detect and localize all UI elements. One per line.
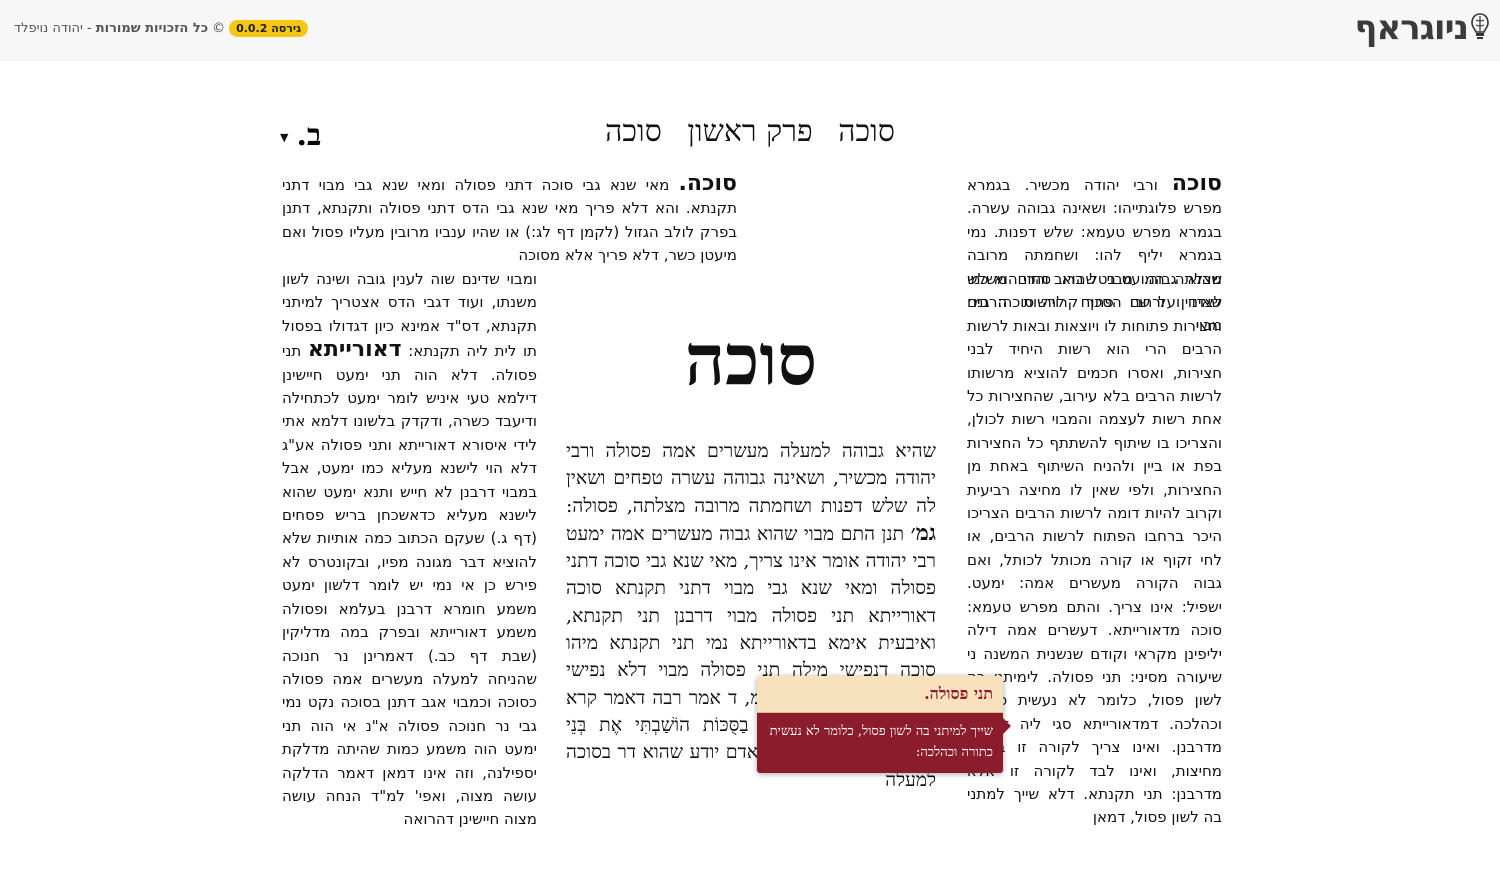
tosafot-body-text: חיישינן דילמא טעי איניש לומר ימעט לכתחיל… bbox=[282, 365, 537, 829]
brain-bulb-icon bbox=[1471, 13, 1489, 39]
heading-chapter: פרק ראשון bbox=[687, 114, 813, 149]
rashi-dibur: סוכה bbox=[1171, 171, 1222, 196]
heading-tractate-left: סוכה bbox=[605, 114, 662, 149]
tosafot-body: ומבוי שדינם שוה לענין גובה ושינה לשון מש… bbox=[282, 268, 537, 832]
tosafot-dibur: סוכה. bbox=[678, 171, 737, 196]
caret-down-icon: ▼ bbox=[280, 131, 289, 144]
version-badge: גירסה 0.0.2 bbox=[229, 20, 309, 37]
tosafot-top: סוכה. מאי שנא גבי סוכה דתני פסולה ומאי ש… bbox=[282, 172, 737, 268]
top-bar: ניוגראף גירסה 0.0.2 © כל הזכויות שמורות … bbox=[0, 0, 1500, 61]
popup-arrow bbox=[1003, 718, 1011, 734]
daf-label: ב. bbox=[296, 118, 322, 153]
copyright-symbol: © bbox=[212, 21, 226, 36]
popup-title: תני פסולה. bbox=[757, 676, 1003, 713]
tosafot-dibur-2: דאורייתא bbox=[307, 337, 402, 363]
rashi-body-text[interactable]: שהוא גבוה. מבוי שהוא סתום משלש לצדדין ור… bbox=[967, 270, 1222, 826]
popup-body: שייך למיתני בה לשון פסול, כלומר לא נעשית… bbox=[757, 713, 1003, 773]
daf-selector[interactable]: ב. ▼ bbox=[280, 118, 321, 153]
app-logo-text: ניוגראף bbox=[1354, 8, 1469, 48]
rashi-body: שהוא גבוה. מבוי שהוא סתום משלש לצדדין ור… bbox=[967, 268, 1222, 830]
tosafot-top-text: מאי שנא גבי סוכה דתני פסולה ומאי שנא גבי… bbox=[282, 176, 737, 265]
commentary-popup[interactable]: תני פסולה. שייך למיתני בה לשון פסול, כלו… bbox=[757, 676, 1011, 773]
gemara-dibur: גמ׳ bbox=[910, 519, 936, 546]
heading-tractate-right: סוכה bbox=[838, 114, 895, 149]
tractate-big-title: סוכה bbox=[684, 318, 818, 401]
page-heading: סוכה פרק ראשון סוכה bbox=[0, 114, 1500, 149]
credits: גירסה 0.0.2 © כל הזכויות שמורות - יהודה … bbox=[14, 20, 309, 37]
gemara-pre: שהיא גבוהה למעלה מעשרים אמה פסולה ורבי י… bbox=[566, 440, 936, 517]
app-logo[interactable]: ניוגראף bbox=[1355, 8, 1490, 48]
author-text: - יהודה נויפלד bbox=[14, 21, 92, 36]
rights-text: כל הזכויות שמורות bbox=[95, 21, 209, 36]
